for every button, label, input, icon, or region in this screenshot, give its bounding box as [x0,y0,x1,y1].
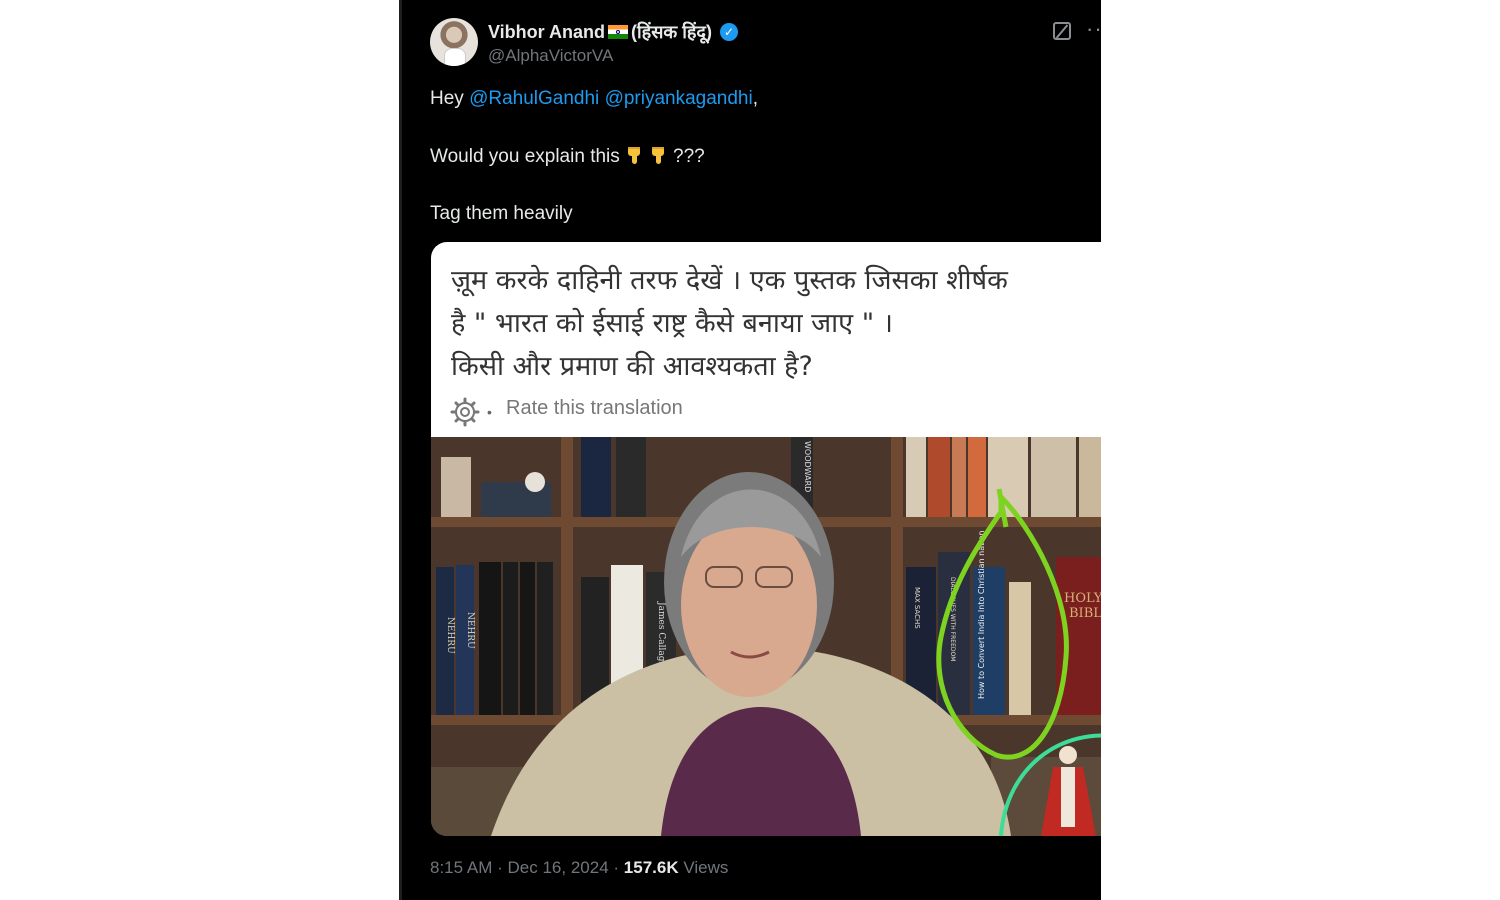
author-handle[interactable]: @AlphaVictorVA [488,46,613,66]
more-icon[interactable]: ··· [1086,18,1101,40]
mention-rahulgandhi[interactable]: @RahulGandhi [469,88,599,109]
book-highlighted-title: How to Convert India Into Christian nati… [977,531,986,699]
book-max-sachs: MAX SACHS [913,587,921,629]
tweet-media-card[interactable]: ज़ूम करके दाहिनी तरफ देखें । एक पुस्तक ज… [431,242,1101,836]
meta-separator: · [613,858,620,877]
tweet-date[interactable]: Dec 16, 2024 [508,858,609,877]
user-avatar[interactable] [430,18,478,66]
translated-text-line-1: ज़ूम करके दाहिनी तरफ देखें । एक पुस्तक ज… [451,265,1008,296]
book-nehru-2: NEHRU [465,612,475,649]
gear-icon[interactable] [449,396,481,428]
translated-text-line-2: है " भारत को ईसाई राष्ट्र कैसे बनाया जाए… [451,308,893,339]
book-woodward: WOODWARD [803,441,812,492]
views-count[interactable]: 157.6K [624,858,679,877]
india-flag-icon [608,25,628,39]
tweet-question: Would you explain this [430,146,626,167]
tweet-comma: , [752,88,759,109]
verified-badge-icon: ✓ [719,23,738,41]
author-name[interactable]: Vibhor Anand [488,22,605,43]
tweet-time[interactable]: 8:15 AM [430,858,492,877]
author-display-name[interactable]: Vibhor Anand (हिंसक हिंदू) ✓ [488,20,738,44]
tweet-text-line-3: Tag them heavily [430,203,573,224]
views-label[interactable]: Views [683,858,728,877]
meta-separator: · [497,858,503,877]
tweet-question-marks: ??? [673,146,705,167]
mention-priyankagandhi[interactable]: @priyankagandhi [605,88,753,109]
book-nehru-1: NEHRU [445,617,455,654]
tweet-greeting: Hey [430,88,470,109]
pointing-down-emoji [652,147,665,164]
book-holy-bible-2: BIBLE [1069,606,1101,621]
tweet-meta: 8:15 AM · Dec 16, 2024 · 157.6K Views [430,858,728,878]
bookshelf-photo[interactable]: NEHRU NEHRU James Callaghan WOODWARD MAX… [431,437,1101,836]
translated-text-line-3: किसी और प्रमाण की आवश्यकता है? [451,351,813,382]
rate-translation-link[interactable]: Rate this translation [506,397,683,420]
book-holy-bible-1: HOLY [1064,591,1101,606]
tweet-panel: Vibhor Anand (हिंसक हिंदू) ✓ @AlphaVicto… [399,0,1101,900]
tweet-text-line-2: Would you explain this ??? [430,145,705,168]
separator-dot: • [487,404,492,420]
tweet-text-line-1: Hey @RahulGandhi @priyankagandhi, [430,88,758,110]
pointing-down-emoji [628,147,641,164]
grok-icon[interactable] [1053,22,1071,40]
author-name-suffix[interactable]: (हिंसक हिंदू) [631,20,712,44]
